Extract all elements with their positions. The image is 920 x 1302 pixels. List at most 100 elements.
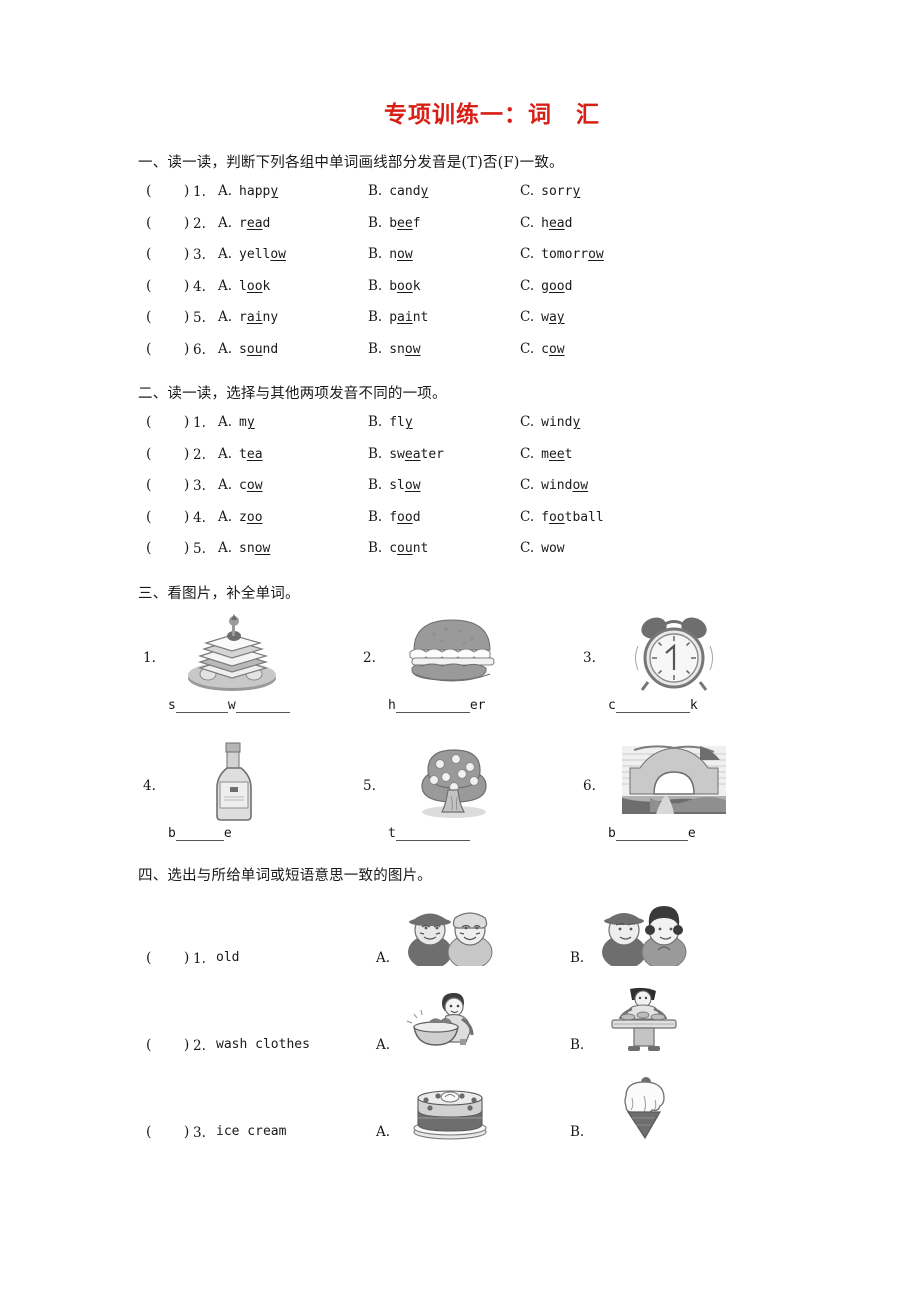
- option-word: wow: [541, 541, 565, 556]
- option-c[interactable]: C. cow: [520, 341, 565, 357]
- question-row: ( ) 4. A. look B. book C. good: [138, 276, 788, 308]
- option-b[interactable]: B. now: [368, 246, 413, 262]
- option-c[interactable]: C. way: [520, 309, 565, 325]
- word-blank-1[interactable]: sw: [168, 698, 290, 713]
- blank-line[interactable]: [175, 828, 224, 841]
- washing-clothes-image[interactable]: [400, 987, 500, 1053]
- option-label: C.: [520, 246, 535, 262]
- question-number: 1.: [193, 184, 206, 200]
- option-label-b[interactable]: B.: [570, 950, 584, 966]
- option-label: B.: [368, 246, 383, 262]
- section-3: 三、看图片，补全单词。 1. s w 2. h er 3. c k 4. b e…: [138, 582, 788, 862]
- option-c[interactable]: C. meet: [520, 446, 572, 462]
- option-label: A.: [218, 246, 233, 262]
- option-word: football: [541, 509, 604, 525]
- option-b[interactable]: B. paint: [368, 309, 428, 325]
- option-a[interactable]: A. snow: [218, 540, 270, 556]
- option-label: C.: [520, 508, 535, 525]
- option-label-a[interactable]: A.: [376, 1124, 390, 1140]
- option-label-b[interactable]: B.: [570, 1037, 584, 1053]
- option-a[interactable]: A. look: [218, 278, 270, 294]
- item-number: 2.: [363, 649, 376, 666]
- option-c[interactable]: C. wow: [520, 540, 565, 556]
- ice-cream-cone-image[interactable]: [594, 1074, 694, 1140]
- option-word: sorry: [541, 184, 581, 199]
- option-label: B.: [368, 183, 383, 199]
- blank-line[interactable]: [175, 700, 228, 713]
- option-label-a[interactable]: A.: [376, 950, 390, 966]
- option-a[interactable]: A. rainy: [218, 309, 278, 325]
- option-word: beef: [389, 215, 421, 231]
- option-word: slow: [389, 478, 421, 493]
- option-label: A.: [218, 414, 233, 430]
- option-label-a[interactable]: A.: [376, 1037, 390, 1053]
- old-couple-image[interactable]: [400, 900, 500, 969]
- word-blank-6[interactable]: be: [608, 826, 696, 841]
- section-1: 一、读一读，判断下列各组中单词画线部分发音是(T)否(F)一致。 ( ) 1. …: [138, 151, 788, 370]
- option-b[interactable]: B. fly: [368, 414, 413, 430]
- option-label: C.: [520, 277, 535, 294]
- option-b[interactable]: B. sweater: [368, 446, 444, 462]
- option-label: C.: [520, 540, 535, 556]
- option-b[interactable]: B. book: [368, 278, 421, 294]
- question-number: 3.: [193, 247, 206, 263]
- word-blank-5[interactable]: t: [388, 826, 470, 841]
- option-b[interactable]: B. beef: [368, 215, 421, 231]
- option-b[interactable]: B. food: [368, 509, 421, 525]
- option-c[interactable]: C. tomorrow: [520, 246, 604, 262]
- blank-line[interactable]: [395, 700, 470, 713]
- question-row: ( ) 3. ice cream A. B.: [138, 1068, 788, 1155]
- option-a[interactable]: A. zoo: [218, 509, 263, 525]
- option-c[interactable]: C. windy: [520, 414, 580, 430]
- option-b[interactable]: B. count: [368, 540, 428, 556]
- section-4-heading: 四、选出与所给单词或短语意思一致的图片。: [138, 867, 432, 884]
- option-c[interactable]: C. football: [520, 509, 604, 525]
- section-2: 二、读一读，选择与其他两项发音不同的一项。 ( ) 1. A. my B. fly …: [138, 382, 788, 570]
- option-a[interactable]: A. yellow: [218, 246, 286, 262]
- question-number: 3.: [193, 478, 206, 494]
- blank-line[interactable]: [235, 700, 290, 713]
- blank-prefix: s: [168, 697, 176, 713]
- option-a[interactable]: A. cow: [218, 477, 263, 493]
- option-word: meet: [541, 446, 573, 462]
- worksheet-page: 专项训练一：词 汇 一、读一读，判断下列各组中单词画线部分发音是(T)否(F)一…: [0, 0, 920, 1302]
- word-blank-3[interactable]: ck: [608, 698, 698, 713]
- option-c[interactable]: C. sorry: [520, 183, 580, 199]
- young-couple-image[interactable]: [594, 900, 694, 969]
- option-label: C.: [520, 183, 535, 199]
- option-word: paint: [389, 310, 429, 325]
- option-a[interactable]: A. read: [218, 215, 270, 231]
- option-c[interactable]: C. good: [520, 278, 572, 294]
- blank-line[interactable]: [615, 828, 688, 841]
- option-b[interactable]: B. candy: [368, 183, 428, 199]
- cake-image[interactable]: [400, 1074, 500, 1140]
- question-number: 4.: [193, 509, 206, 526]
- word-blank-2[interactable]: h er: [388, 698, 485, 713]
- option-label: B.: [368, 214, 383, 231]
- option-word: good: [541, 278, 573, 294]
- option-b[interactable]: B. snow: [368, 341, 421, 357]
- option-word: head: [541, 215, 573, 231]
- option-label: B.: [368, 277, 383, 294]
- blank-line[interactable]: [395, 828, 470, 841]
- blank-prefix: b: [168, 825, 176, 841]
- option-label: C.: [520, 309, 535, 325]
- option-c[interactable]: C. head: [520, 215, 572, 231]
- question-prompt: ice cream: [216, 1123, 287, 1139]
- blank-middle: w: [227, 697, 236, 713]
- blank-line[interactable]: [615, 700, 690, 713]
- option-word: tea: [239, 446, 263, 462]
- option-b[interactable]: B. slow: [368, 477, 421, 493]
- option-c[interactable]: C. window: [520, 477, 588, 493]
- cooking-at-table-image[interactable]: [594, 987, 694, 1053]
- option-a[interactable]: A. sound: [218, 341, 278, 357]
- option-label: A.: [218, 508, 233, 525]
- option-a[interactable]: A. happy: [218, 183, 278, 199]
- option-word: window: [541, 478, 589, 493]
- word-blank-4[interactable]: be: [168, 826, 232, 841]
- option-a[interactable]: A. tea: [218, 446, 263, 462]
- option-label-b[interactable]: B.: [570, 1124, 584, 1140]
- option-a[interactable]: A. my: [218, 414, 255, 430]
- option-word: yellow: [239, 247, 287, 262]
- question-number: 2.: [193, 446, 206, 463]
